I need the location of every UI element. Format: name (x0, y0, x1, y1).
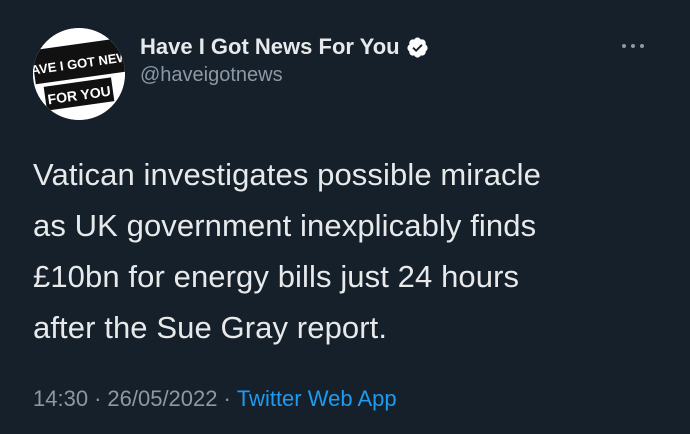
tweet-text-line: Vatican investigates possible miracle (33, 157, 541, 192)
tweet-text-line: after the Sue Gray report. (33, 310, 388, 345)
source-link[interactable]: Twitter Web App (237, 386, 397, 411)
meta-separator: · (223, 386, 231, 411)
avatar[interactable]: HAVE I GOT NEWS FOR YOU (33, 28, 125, 120)
meta-separator: · (94, 386, 102, 411)
display-name[interactable]: Have I Got News For You (140, 34, 400, 60)
tweet-time[interactable]: 14:30 (33, 386, 88, 411)
more-options-icon[interactable] (622, 36, 644, 56)
tweet-date[interactable]: 26/05/2022 (107, 386, 217, 411)
tweet-text-line: as UK government inexplicably finds (33, 208, 537, 243)
name-row: Have I Got News For You (140, 32, 429, 62)
tweet-text-line: £10bn for energy bills just 24 hours (33, 259, 520, 294)
tweet-meta: 14:30 · 26/05/2022 · Twitter Web App (33, 386, 397, 412)
tweet-text: Vatican investigates possible miracle as… (33, 149, 663, 353)
verified-badge-icon (406, 36, 429, 59)
tweet-card: HAVE I GOT NEWS FOR YOU Have I Got News … (0, 0, 690, 434)
avatar-logo-icon: HAVE I GOT NEWS FOR YOU (33, 28, 125, 120)
author-info: Have I Got News For You @haveigotnews (140, 32, 429, 87)
handle[interactable]: @haveigotnews (140, 64, 429, 87)
